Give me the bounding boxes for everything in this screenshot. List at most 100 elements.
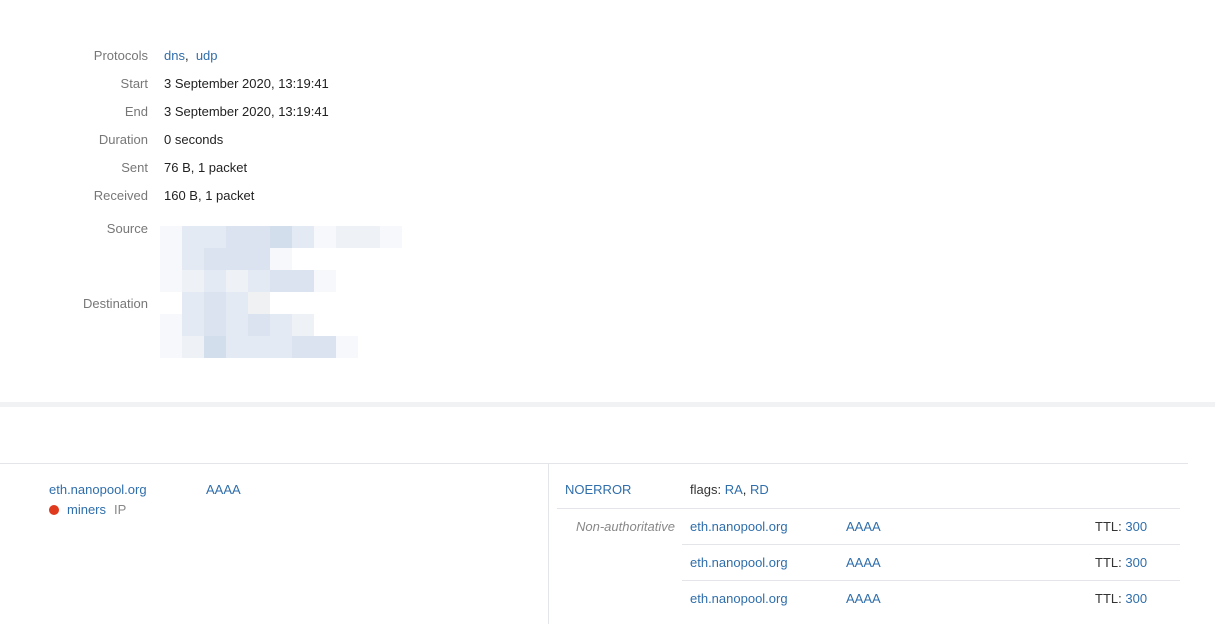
end-value: 3 September 2020, 13:19:41 xyxy=(164,104,329,119)
redacted-pixel xyxy=(182,292,204,314)
redacted-pixel xyxy=(292,248,314,270)
sent-label: Sent xyxy=(121,160,148,175)
answer-row: Non-authoritative eth.nanopool.org AAAA … xyxy=(557,508,1180,544)
redacted-pixel xyxy=(160,270,182,292)
answer-ttl: TTL: 300 xyxy=(1095,555,1147,570)
destination-label: Destination xyxy=(82,296,148,311)
redacted-pixel xyxy=(336,336,358,358)
dns-response-column: NOERROR flags: RA, RD Non-authoritative … xyxy=(549,464,1188,624)
redacted-pixel xyxy=(204,314,226,336)
answer-ttl-link[interactable]: 300 xyxy=(1125,555,1147,570)
redacted-pixel xyxy=(336,226,358,248)
query-tag: miners IP xyxy=(49,502,126,517)
redacted-pixel xyxy=(292,336,314,358)
protocols-value: dns, udp xyxy=(164,46,218,66)
dns-table: eth.nanopool.org AAAA miners IP NOERROR … xyxy=(0,463,1188,624)
redacted-pixel xyxy=(336,292,358,314)
section-divider xyxy=(0,402,1215,407)
flag-ra-link[interactable]: RA xyxy=(725,482,743,497)
start-label: Start xyxy=(120,76,148,91)
duration-value: 0 seconds xyxy=(164,132,224,147)
ttl-label: TTL: xyxy=(1095,555,1122,570)
redacted-pixel xyxy=(248,336,270,358)
redacted-pixel xyxy=(248,248,270,270)
answer-ttl-link[interactable]: 300 xyxy=(1125,519,1147,534)
redacted-pixel xyxy=(358,226,380,248)
duration-label: Duration xyxy=(98,132,148,147)
redacted-pixel xyxy=(270,336,292,358)
answer-ttl-link[interactable]: 300 xyxy=(1125,591,1147,606)
protocols-label: Protocols xyxy=(93,48,148,63)
response-flags: flags: RA, RD xyxy=(690,482,769,497)
redacted-pixel xyxy=(248,270,270,292)
redacted-pixel xyxy=(270,292,292,314)
redacted-pixel xyxy=(204,248,226,270)
start-row: Start 3 September 2020, 13:19:41 xyxy=(0,74,600,94)
redacted-pixel xyxy=(270,270,292,292)
answer-type-link[interactable]: AAAA xyxy=(846,555,881,570)
authority-label: Non-authoritative xyxy=(576,519,675,534)
sent-row: Sent 76 B, 1 packet xyxy=(0,158,600,178)
redacted-pixel xyxy=(314,248,336,270)
query-name-link[interactable]: eth.nanopool.org xyxy=(49,482,147,497)
protocol-link-dns[interactable]: dns xyxy=(164,48,185,63)
redacted-pixel xyxy=(182,336,204,358)
redacted-pixel xyxy=(226,336,248,358)
flag-separator: , xyxy=(742,482,747,497)
redacted-pixel xyxy=(314,292,336,314)
redacted-pixel xyxy=(182,270,204,292)
answer-name-link[interactable]: eth.nanopool.org xyxy=(690,519,788,534)
answer-row: eth.nanopool.org AAAA TTL: 300 xyxy=(682,580,1180,616)
tag-type: IP xyxy=(114,502,127,517)
redacted-pixel xyxy=(160,314,182,336)
received-value: 160 B, 1 packet xyxy=(164,188,255,203)
start-value: 3 September 2020, 13:19:41 xyxy=(164,76,329,91)
redacted-pixel xyxy=(204,292,226,314)
redacted-pixel xyxy=(380,226,402,248)
answer-ttl: TTL: 300 xyxy=(1095,519,1147,534)
response-code-link[interactable]: NOERROR xyxy=(565,482,631,497)
redacted-pixel xyxy=(314,314,336,336)
redacted-pixel xyxy=(358,270,380,292)
end-row: End 3 September 2020, 13:19:41 xyxy=(0,102,600,122)
answer-type-link[interactable]: AAAA xyxy=(846,591,881,606)
flags-label: flags: xyxy=(690,482,722,497)
answer-ttl: TTL: 300 xyxy=(1095,591,1147,606)
redacted-pixel xyxy=(204,270,226,292)
redacted-pixel xyxy=(226,270,248,292)
redacted-pixel xyxy=(292,270,314,292)
redacted-pixel xyxy=(270,226,292,248)
answer-name-link[interactable]: eth.nanopool.org xyxy=(690,591,788,606)
redacted-pixel xyxy=(336,270,358,292)
redacted-pixel xyxy=(270,314,292,336)
redacted-pixel xyxy=(160,292,182,314)
redacted-pixel xyxy=(314,226,336,248)
redacted-pixel xyxy=(248,292,270,314)
destination-redacted-address xyxy=(160,292,358,358)
source-label: Source xyxy=(106,221,148,236)
redacted-pixel xyxy=(380,248,402,270)
flag-rd-link[interactable]: RD xyxy=(750,482,769,497)
protocol-link-udp[interactable]: udp xyxy=(196,48,218,63)
redacted-pixel xyxy=(182,314,204,336)
redacted-pixel xyxy=(358,248,380,270)
dns-query-column: eth.nanopool.org AAAA miners IP xyxy=(0,464,549,624)
redacted-pixel xyxy=(248,226,270,248)
source-redacted-address xyxy=(160,226,402,292)
ttl-label: TTL: xyxy=(1095,519,1122,534)
redacted-pixel xyxy=(314,270,336,292)
redacted-pixel xyxy=(226,226,248,248)
tag-name-link[interactable]: miners xyxy=(67,502,106,517)
redacted-pixel xyxy=(292,292,314,314)
redacted-pixel xyxy=(380,270,402,292)
redacted-pixel xyxy=(160,336,182,358)
answer-type-link[interactable]: AAAA xyxy=(846,519,881,534)
ttl-label: TTL: xyxy=(1095,591,1122,606)
answer-name-link[interactable]: eth.nanopool.org xyxy=(690,555,788,570)
redacted-pixel xyxy=(314,336,336,358)
redacted-pixel xyxy=(160,226,182,248)
query-type-link[interactable]: AAAA xyxy=(206,482,241,497)
redacted-pixel xyxy=(248,314,270,336)
redacted-pixel xyxy=(270,248,292,270)
redacted-pixel xyxy=(204,336,226,358)
